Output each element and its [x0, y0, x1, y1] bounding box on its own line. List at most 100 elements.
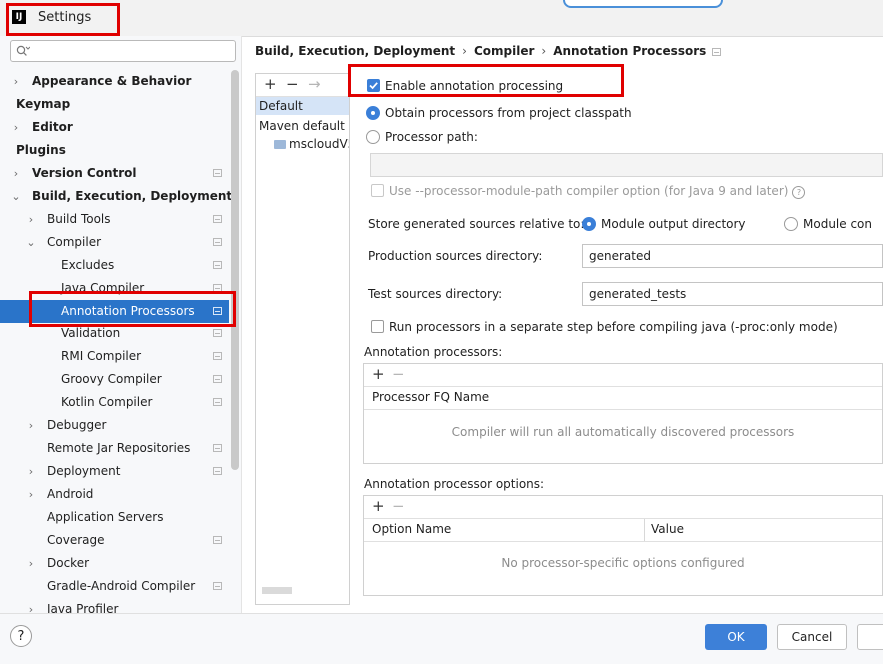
production-sources-input[interactable]: generated [582, 244, 883, 268]
breadcrumb-item[interactable]: Build, Execution, Deployment [255, 44, 455, 58]
profile-default[interactable]: Default [256, 97, 349, 115]
module-content-root-label: Module con [803, 217, 872, 231]
move-profile-icon[interactable]: → [308, 76, 321, 92]
breadcrumb-item[interactable]: Compiler [474, 44, 534, 58]
processor-fq-name-column[interactable]: Processor FQ Name [372, 390, 489, 404]
sidebar-item-label: Deployment [47, 464, 121, 479]
obtain-from-classpath-radio[interactable] [366, 106, 380, 120]
dialog-button-bar: ? OK Cancel [0, 613, 883, 664]
sidebar-item[interactable]: › Version Control [0, 162, 229, 185]
sidebar-item[interactable]: ⌄ Build, Execution, Deployment [0, 185, 232, 208]
sidebar-item-label: Validation [61, 326, 121, 341]
production-sources-label: Production sources directory: [368, 249, 543, 263]
breadcrumb-separator: › [541, 44, 547, 58]
sidebar-item[interactable]: › Deployment [0, 460, 229, 483]
sidebar-item-label: Android [47, 487, 94, 502]
module-path-option-checkbox[interactable] [371, 184, 384, 197]
chevron-down-icon[interactable]: ⌄ [10, 185, 22, 208]
chevron-right-icon[interactable]: › [25, 208, 37, 231]
module-content-root-radio[interactable] [784, 217, 798, 231]
top-toggle-pill[interactable] [563, 0, 723, 8]
project-scope-icon [213, 260, 222, 269]
profile-module[interactable]: mscloudV5 [274, 135, 349, 153]
sidebar-item[interactable]: ⌄ Compiler [0, 231, 229, 254]
sidebar-item[interactable]: RMI Compiler [0, 345, 229, 368]
sidebar-item[interactable]: Keymap [0, 93, 229, 116]
chevron-right-icon[interactable]: › [25, 483, 37, 506]
sidebar-item-label: Editor [32, 119, 73, 134]
sidebar-item[interactable]: Groovy Compiler [0, 368, 229, 391]
chevron-right-icon[interactable]: › [10, 70, 22, 93]
sidebar-item[interactable]: Validation [0, 322, 229, 345]
processor-path-field[interactable] [370, 153, 883, 177]
sidebar-item[interactable]: Plugins [0, 139, 229, 162]
processors-header: Processor FQ Name [364, 386, 882, 410]
project-scope-icon [213, 168, 222, 177]
sidebar-item-label: Application Servers [47, 510, 164, 525]
chevron-right-icon[interactable]: › [10, 116, 22, 139]
chevron-down-icon[interactable]: ⌄ [25, 231, 37, 254]
project-scope-icon [213, 581, 222, 590]
sidebar-item[interactable]: Annotation Processors [0, 299, 229, 323]
sidebar-item-label: Plugins [16, 142, 66, 157]
chevron-right-icon[interactable]: › [25, 460, 37, 483]
breadcrumb-item: Annotation Processors [553, 44, 707, 58]
project-scope-icon [213, 352, 222, 361]
sidebar-item[interactable]: › Docker [0, 552, 229, 575]
chevron-right-icon[interactable]: › [25, 414, 37, 437]
options-header: Option Name Value [364, 518, 882, 542]
add-profile-icon[interactable]: + [264, 76, 277, 92]
chevron-right-icon[interactable]: › [25, 552, 37, 575]
sidebar-item-label: Excludes [61, 257, 115, 272]
sidebar-item[interactable]: Remote Jar Repositories [0, 437, 229, 460]
search-input[interactable] [10, 40, 236, 62]
value-column[interactable]: Value [651, 522, 684, 536]
module-output-directory-radio[interactable] [582, 217, 596, 231]
chevron-right-icon[interactable]: › [10, 162, 22, 185]
sidebar-item[interactable]: Java Compiler [0, 277, 229, 300]
apply-button[interactable] [857, 624, 883, 650]
option-name-column[interactable]: Option Name [372, 522, 451, 536]
module-path-option-text: Use --processor-module-path compiler opt… [389, 184, 789, 198]
settings-sidebar: › Appearance & Behavior Keymap › Editor Plugi… [0, 36, 242, 616]
sidebar-item[interactable]: › Android [0, 483, 229, 506]
help-button[interactable]: ? [10, 625, 32, 647]
sidebar-item-label: Keymap [16, 96, 71, 111]
sidebar-item[interactable]: Application Servers [0, 506, 229, 529]
processor-path-radio[interactable] [366, 130, 380, 144]
sidebar-item[interactable]: Gradle-Android Compiler [0, 575, 229, 598]
cancel-button[interactable]: Cancel [777, 624, 847, 650]
enable-annotation-processing-checkbox[interactable] [367, 79, 380, 92]
add-processor-icon[interactable]: + [372, 366, 385, 382]
add-option-icon[interactable]: + [372, 498, 385, 514]
sidebar-item[interactable]: › Build Tools [0, 208, 229, 231]
test-sources-input[interactable]: generated_tests [582, 282, 883, 306]
sidebar-scrollbar[interactable] [231, 70, 239, 470]
project-scope-icon [213, 536, 222, 544]
sidebar-item-label: Docker [47, 555, 90, 570]
remove-processor-icon[interactable]: − [392, 366, 405, 382]
remove-profile-icon[interactable]: − [286, 76, 299, 92]
app-logo: IJ [12, 10, 26, 24]
sidebar-item[interactable]: Coverage [0, 529, 229, 552]
sidebar-item[interactable]: › Debugger [0, 414, 229, 437]
processor-path-label: Processor path: [385, 130, 478, 144]
options-toolbar: + − [364, 496, 882, 518]
remove-option-icon[interactable]: − [392, 498, 405, 514]
profile-scrollbar[interactable] [262, 587, 292, 594]
run-separate-step-checkbox[interactable] [371, 320, 384, 333]
processor-options-heading: Annotation processor options: [364, 477, 545, 491]
test-sources-label: Test sources directory: [368, 287, 503, 301]
sidebar-item[interactable]: Kotlin Compiler [0, 391, 229, 414]
profile-list: + − → Default Maven default a mscloudV5 [255, 73, 350, 605]
sidebar-item[interactable]: › Appearance & Behavior [0, 70, 229, 93]
sidebar-item[interactable]: Excludes [0, 254, 229, 277]
question-help-icon[interactable]: ? [792, 186, 806, 199]
ok-button[interactable]: OK [705, 624, 767, 650]
breadcrumb-separator: › [462, 44, 467, 58]
store-generated-label: Store generated sources relative to: [368, 217, 585, 231]
sidebar-item[interactable]: › Editor [0, 116, 229, 139]
profile-maven-default[interactable]: Maven default a [259, 117, 349, 135]
sidebar-item-label: Remote Jar Repositories [47, 441, 191, 456]
project-scope-icon [213, 467, 222, 476]
